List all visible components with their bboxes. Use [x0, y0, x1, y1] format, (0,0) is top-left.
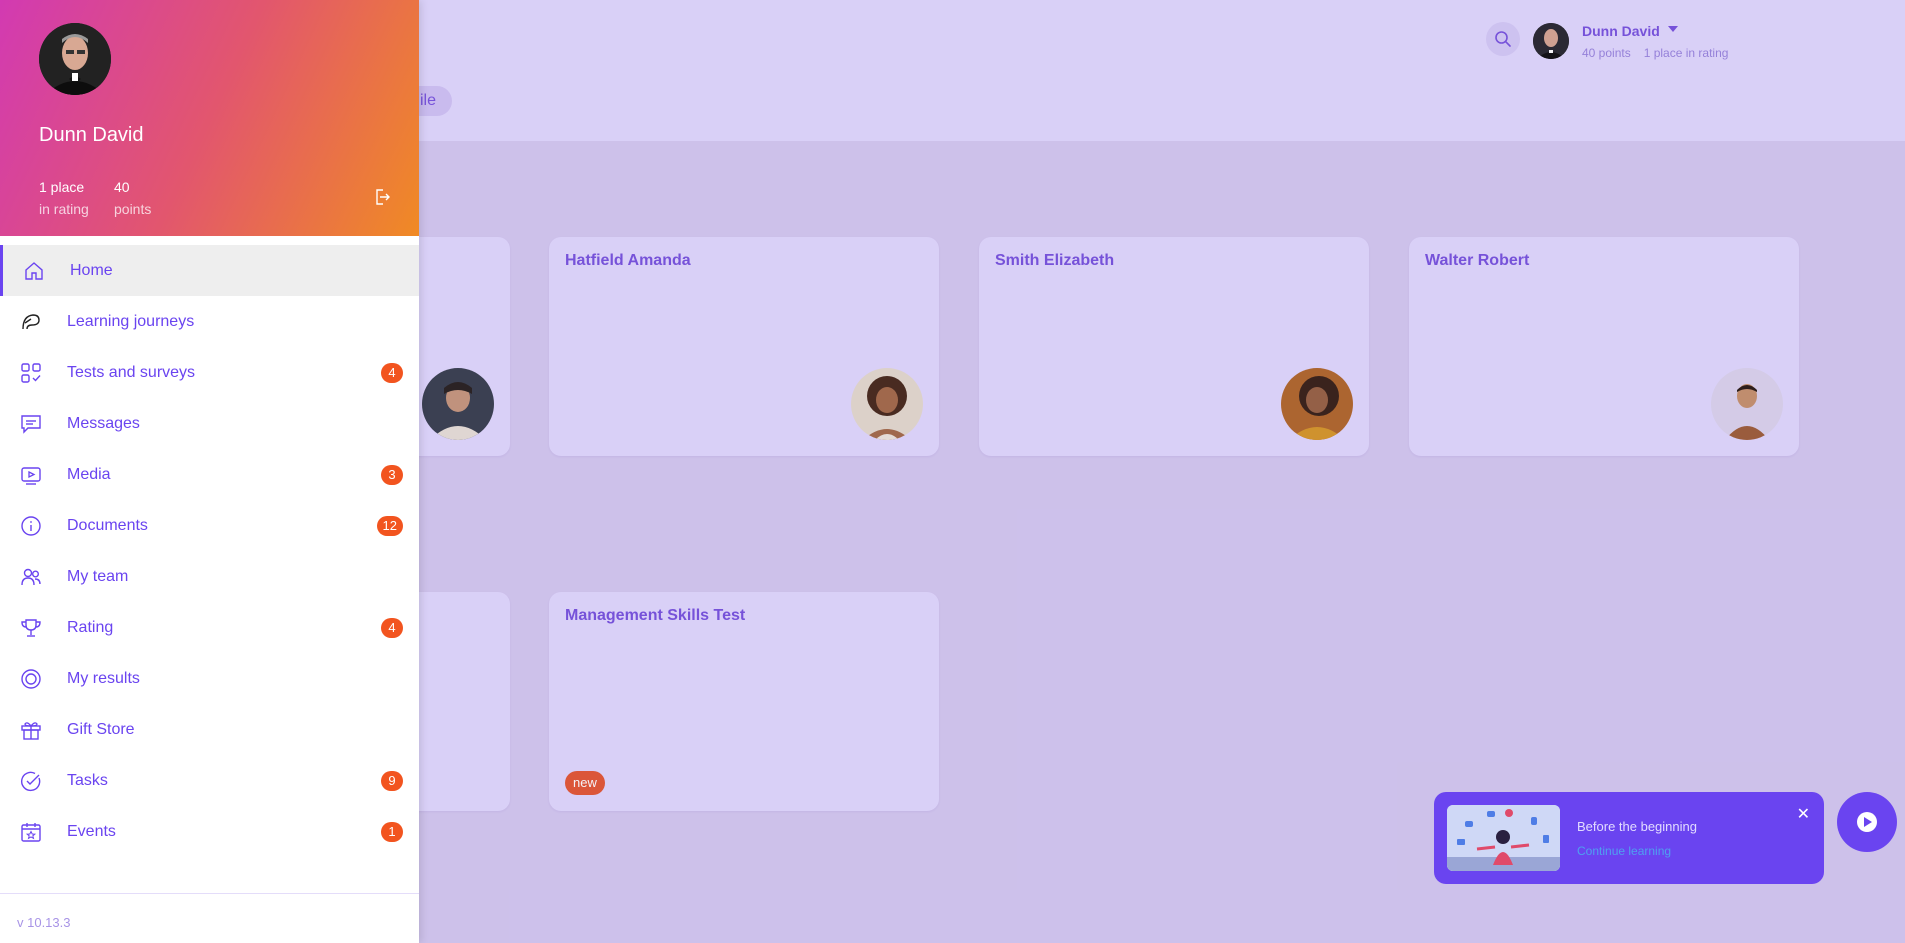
nav-item-my-team[interactable]: My team [0, 551, 419, 602]
points-stat: 40 points [114, 176, 151, 220]
events-icon [20, 821, 42, 843]
side-drawer: Dunn David 1 place in rating 40 points H… [0, 0, 419, 943]
nav-label: Documents [67, 516, 148, 534]
journey-icon [20, 311, 42, 333]
team-icon [20, 566, 42, 588]
nav-label: Gift Store [67, 720, 135, 738]
nav-label: My team [67, 567, 129, 585]
nav-item-media[interactable]: Media 3 [0, 449, 419, 500]
nav-item-rating[interactable]: Rating 4 [0, 602, 419, 653]
results-icon [20, 668, 42, 690]
rating-stat: 1 place in rating [39, 176, 89, 220]
drawer-nav: Home Learning journeys Tests and surveys… [0, 245, 419, 857]
nav-label: Media [67, 465, 111, 483]
home-icon [23, 260, 45, 282]
messages-icon [20, 413, 42, 435]
continue-learning-link[interactable]: Continue learning [1577, 844, 1671, 858]
gift-icon [20, 719, 42, 741]
nav-item-tasks[interactable]: Tasks 9 [0, 755, 419, 806]
nav-item-my-results[interactable]: My results [0, 653, 419, 704]
nav-item-home[interactable]: Home [0, 245, 419, 296]
nav-label: My results [67, 669, 140, 687]
course-thumbnail [1447, 805, 1560, 871]
drawer-user-name: Dunn David [39, 124, 144, 146]
nav-item-learning-journeys[interactable]: Learning journeys [0, 296, 419, 347]
logout-icon[interactable] [374, 188, 390, 206]
nav-label: Messages [67, 414, 140, 432]
nav-label: Tasks [67, 771, 108, 789]
tests-icon [20, 362, 42, 384]
count-badge: 9 [381, 770, 403, 791]
tasks-icon [20, 770, 42, 792]
rating-label: in rating [39, 201, 89, 217]
nav-label: Rating [67, 618, 114, 636]
nav-item-documents[interactable]: Documents 12 [0, 500, 419, 551]
drawer-header: Dunn David 1 place in rating 40 points [0, 0, 419, 236]
documents-icon [20, 515, 42, 537]
avatar[interactable] [39, 23, 111, 95]
nav-item-gift-store[interactable]: Gift Store [0, 704, 419, 755]
nav-label: Home [70, 261, 113, 279]
nav-item-tests-and-surveys[interactable]: Tests and surveys 4 [0, 347, 419, 398]
close-icon[interactable]: ✕ [1797, 804, 1810, 824]
continue-learning-widget[interactable]: Before the beginning Continue learning ✕ [1434, 792, 1824, 884]
count-badge: 1 [381, 821, 403, 842]
trophy-icon [20, 617, 42, 639]
nav-item-messages[interactable]: Messages [0, 398, 419, 449]
count-badge: 3 [381, 464, 403, 485]
app-version: v 10.13.3 [17, 915, 71, 930]
count-badge: 12 [376, 515, 403, 536]
media-icon [20, 464, 42, 486]
divider [0, 893, 419, 894]
rating-value: 1 place [39, 179, 85, 195]
course-title: Before the beginning [1577, 819, 1697, 834]
count-badge: 4 [381, 362, 403, 383]
nav-label: Events [67, 822, 116, 840]
nav-label: Learning journeys [67, 312, 195, 330]
points-value: 40 [114, 179, 130, 195]
nav-label: Tests and surveys [67, 363, 196, 381]
points-label: points [114, 201, 152, 217]
nav-item-events[interactable]: Events 1 [0, 806, 419, 857]
count-badge: 4 [381, 617, 403, 638]
play-icon [1856, 811, 1878, 833]
play-button[interactable] [1837, 792, 1897, 852]
